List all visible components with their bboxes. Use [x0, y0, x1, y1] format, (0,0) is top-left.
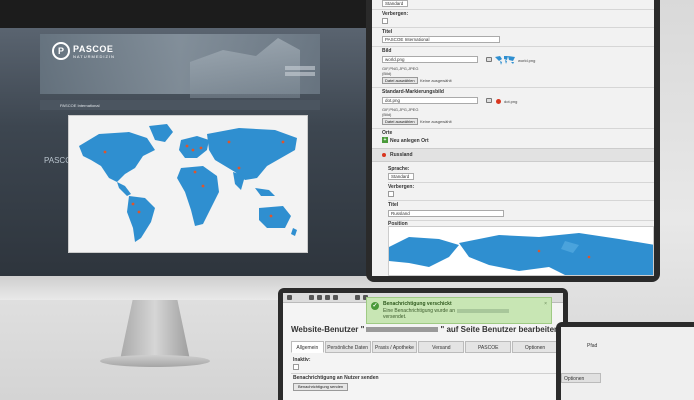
page-title: Website-Benutzer " " auf Seite Benutzer b…: [291, 325, 559, 334]
choose-file-button[interactable]: Datei auswählen: [382, 77, 418, 84]
marker-filename: dot.png: [504, 99, 518, 104]
position-map-graphic: [389, 233, 653, 275]
marker-image-label: Standard-Markierungsbild: [382, 89, 444, 95]
language-select[interactable]: Standard: [382, 0, 408, 7]
close-icon[interactable]: ×: [544, 301, 547, 307]
hidden-checkbox[interactable]: [382, 18, 388, 24]
monitor-screen: P PASCOE NATURMEDIZIN PASCOE Internation…: [0, 28, 400, 276]
image-label: Bild: [382, 48, 392, 54]
new-location-link[interactable]: Neu anlegen Ort: [390, 138, 429, 144]
marker-formats-sub: (Bild): [382, 112, 392, 117]
title-input[interactable]: PASCOE International: [382, 36, 500, 43]
map-editor-panel: Standard Verbergen: Titel PASCOE Interna…: [366, 0, 660, 282]
add-icon[interactable]: [287, 295, 292, 300]
save-new-icon[interactable]: [333, 295, 338, 300]
folder-icon[interactable]: [486, 98, 492, 103]
image-filename: world.png: [518, 58, 536, 63]
inactive-label: Inaktiv:: [293, 357, 311, 363]
tab-personal-data[interactable]: Persönliche Daten: [324, 341, 371, 353]
location-section-russia[interactable]: [372, 148, 654, 162]
tab-practice-pharmacy[interactable]: Praxis / Apotheke: [371, 341, 418, 353]
save-close-icon[interactable]: [325, 295, 330, 300]
send-notification-label: Benachrichtigung an Nutzer senden: [293, 375, 379, 381]
check-icon: ✓: [371, 302, 379, 310]
marker-image-select[interactable]: dot.png: [382, 97, 478, 104]
monitor-stand: [120, 300, 190, 360]
redacted-username: [366, 327, 439, 333]
location-hidden-checkbox[interactable]: [388, 191, 394, 197]
save-icon[interactable]: [309, 295, 314, 300]
hidden-label: Verbergen:: [382, 11, 409, 17]
notification-message: Eine Benachrichtigung wurde an versendet…: [383, 308, 547, 320]
pascoe-logo[interactable]: P PASCOE NATURMEDIZIN: [52, 40, 122, 62]
world-map: [79, 124, 297, 242]
tab-pascoe[interactable]: PASCOE: [465, 341, 512, 353]
location-title-label: Titel: [388, 202, 399, 208]
logo-icon: P: [52, 42, 70, 60]
delete-icon[interactable]: [355, 295, 360, 300]
notification-title: Benachrichtigung verschickt: [383, 301, 452, 307]
language-label: Sprache:: [388, 166, 410, 172]
location-title-input[interactable]: Russland: [388, 210, 504, 217]
inactive-checkbox[interactable]: [293, 364, 299, 370]
world-thumbnail: [495, 56, 515, 65]
logo-subtitle: NATURMEDIZIN: [73, 53, 115, 59]
title-label: Titel: [382, 29, 393, 35]
image-select[interactable]: world.png: [382, 56, 478, 63]
site-breadcrumb: PASCOE International: [40, 100, 320, 110]
no-file-text: Keine ausgewählt: [420, 78, 452, 83]
locations-label: Orte: [382, 130, 393, 136]
marker-dot-icon: [496, 99, 501, 104]
tab-general[interactable]: Allgemein: [291, 341, 324, 353]
add-icon[interactable]: +: [382, 137, 388, 143]
path-label: Pfad: [587, 343, 598, 349]
send-notification-button[interactable]: Benachrichtigung senden: [293, 383, 349, 391]
tab-shipping[interactable]: Versand: [418, 341, 465, 353]
logo-name: PASCOE: [73, 43, 114, 54]
desktop-monitor: P PASCOE NATURMEDIZIN PASCOE Internation…: [0, 0, 420, 300]
site-login-fields[interactable]: [285, 66, 315, 80]
notification-toast: ✓ Benachrichtigung verschickt Eine Benac…: [366, 297, 552, 324]
tab-options[interactable]: Optionen: [512, 341, 558, 353]
image-formats-sub: (Bild): [382, 71, 392, 76]
location-language-select[interactable]: Standard: [388, 173, 414, 180]
location-hidden-label: Verbergen:: [388, 184, 415, 190]
choose-marker-button[interactable]: Datei auswählen: [382, 118, 418, 125]
collapse-icon[interactable]: [382, 153, 386, 157]
side-device: Pfad Optionen: [556, 322, 694, 400]
world-map-lightbox[interactable]: [68, 115, 308, 253]
tab-bar: Allgemein Persönliche Daten Praxis / Apo…: [291, 341, 559, 353]
no-marker-text: Keine ausgewählt: [420, 119, 452, 124]
options-tab[interactable]: Optionen: [561, 373, 601, 383]
save-view-icon[interactable]: [317, 295, 322, 300]
monitor-stand-base: [100, 355, 210, 367]
position-map[interactable]: [388, 226, 654, 276]
location-name: Russland: [390, 152, 413, 158]
redacted-email: [457, 308, 509, 313]
folder-icon[interactable]: [486, 57, 492, 62]
